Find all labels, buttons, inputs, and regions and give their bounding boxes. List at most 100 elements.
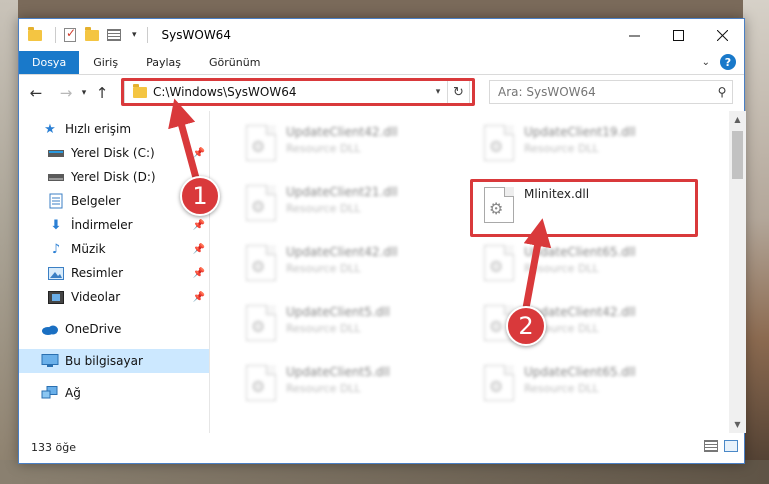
step-marker-2: 2 bbox=[506, 306, 546, 346]
videos-icon bbox=[47, 289, 65, 305]
ribbon-tabs: Dosya Giriş Paylaş Görünüm ⌄ ? bbox=[19, 51, 744, 75]
properties-check-icon[interactable] bbox=[62, 26, 78, 43]
sidebar-item-onedrive[interactable]: OneDrive bbox=[19, 317, 209, 341]
file-tile[interactable]: ⚙ UpdateClient5.dll Resource DLL bbox=[238, 357, 458, 411]
file-tile[interactable]: ⚙ UpdateClient42.dll Resource DLL bbox=[238, 117, 458, 171]
dll-file-icon: ⚙ bbox=[246, 125, 276, 161]
minimize-button[interactable] bbox=[612, 19, 656, 51]
sidebar-item-music[interactable]: ♪ Müzik 📌 bbox=[19, 237, 209, 261]
file-name: UpdateClient65.dll bbox=[524, 245, 636, 259]
drive-icon bbox=[47, 169, 65, 185]
sidebar-item-label: Ağ bbox=[65, 386, 81, 400]
sidebar-item-label: Hızlı erişim bbox=[65, 122, 132, 136]
minimize-icon bbox=[628, 35, 640, 36]
scroll-thumb[interactable] bbox=[732, 131, 743, 179]
scroll-up-arrow-icon[interactable]: ▲ bbox=[729, 111, 746, 128]
chevron-down-icon[interactable]: ▾ bbox=[132, 30, 137, 40]
tab-view[interactable]: Görünüm bbox=[195, 51, 274, 74]
dll-file-icon: ⚙ bbox=[246, 365, 276, 401]
sidebar-item-label: Videolar bbox=[71, 290, 121, 304]
file-tile[interactable]: ⚙ UpdateClient65.dll Resource DLL bbox=[476, 357, 696, 411]
recent-locations-chevron-icon[interactable]: ▾ bbox=[77, 88, 91, 98]
expand-ribbon-icon[interactable]: ⌄ bbox=[702, 57, 710, 68]
search-input[interactable] bbox=[498, 85, 712, 99]
close-button[interactable] bbox=[700, 19, 744, 51]
sidebar-item-label: Resimler bbox=[71, 266, 124, 280]
back-arrow-icon[interactable]: ← bbox=[25, 84, 47, 102]
file-name: UpdateClient65.dll bbox=[524, 365, 636, 379]
sidebar-item-label: OneDrive bbox=[65, 322, 122, 336]
file-type: Resource DLL bbox=[524, 382, 599, 395]
step-marker-1: 1 bbox=[180, 176, 220, 216]
pin-icon[interactable]: 📌 bbox=[193, 244, 205, 255]
dll-file-icon: ⚙ bbox=[484, 245, 514, 281]
network-icon bbox=[41, 385, 59, 401]
sidebar-item-local-disk-c[interactable]: Yerel Disk (C:) 📌 bbox=[19, 141, 209, 165]
search-icon[interactable]: ⚲ bbox=[712, 85, 732, 99]
documents-icon bbox=[47, 193, 65, 209]
close-icon bbox=[716, 29, 728, 41]
file-type: Resource DLL bbox=[286, 262, 361, 275]
forward-arrow-icon[interactable]: → bbox=[55, 84, 77, 102]
pin-icon[interactable]: 📌 bbox=[193, 268, 205, 279]
dll-file-icon: ⚙ bbox=[246, 305, 276, 341]
star-icon: ★ bbox=[44, 121, 56, 137]
navigation-pane: ★ Hızlı erişim Yerel Disk (C:) 📌 Yerel D… bbox=[19, 111, 210, 433]
sidebar-item-label: Yerel Disk (D:) bbox=[71, 170, 156, 184]
file-tile[interactable]: ⚙ UpdateClient21.dll Resource DLL bbox=[238, 177, 458, 231]
pin-icon[interactable]: 📌 bbox=[193, 148, 205, 159]
details-view-icon[interactable] bbox=[704, 440, 718, 452]
help-icon[interactable]: ? bbox=[720, 54, 736, 70]
vertical-scrollbar[interactable]: ▲ ▼ bbox=[729, 111, 746, 433]
desktop-background-right bbox=[743, 0, 769, 484]
status-bar: 133 öğe bbox=[19, 431, 746, 463]
downloads-icon: ⬇ bbox=[50, 217, 62, 233]
file-type: Resource DLL bbox=[286, 142, 361, 155]
ribbon-right-controls: ⌄ ? bbox=[702, 54, 736, 70]
pin-icon[interactable]: 📌 bbox=[193, 292, 205, 303]
pin-icon[interactable]: 📌 bbox=[193, 220, 205, 231]
sidebar-item-this-pc[interactable]: Bu bilgisayar bbox=[19, 349, 209, 373]
file-name: UpdateClient5.dll bbox=[286, 365, 390, 379]
file-type: Resource DLL bbox=[286, 202, 361, 215]
file-tile[interactable]: ⚙ UpdateClient42.dll Resource DLL bbox=[238, 237, 458, 291]
tab-file[interactable]: Dosya bbox=[19, 51, 80, 74]
new-folder-icon[interactable] bbox=[84, 26, 100, 43]
sidebar-item-local-disk-d[interactable]: Yerel Disk (D:) bbox=[19, 165, 209, 189]
file-tile[interactable]: ⚙ UpdateClient19.dll Resource DLL bbox=[476, 117, 696, 171]
title-bar: ▾ SysWOW64 bbox=[19, 19, 744, 51]
sidebar-item-quick-access[interactable]: ★ Hızlı erişim bbox=[19, 117, 209, 141]
sidebar-item-label: Bu bilgisayar bbox=[65, 354, 143, 368]
file-name: UpdateClient21.dll bbox=[286, 185, 398, 199]
sidebar-item-network[interactable]: Ağ bbox=[19, 381, 209, 405]
address-highlight-box bbox=[121, 78, 475, 106]
sidebar-item-videos[interactable]: Videolar 📌 bbox=[19, 285, 209, 309]
maximize-button[interactable] bbox=[656, 19, 700, 51]
view-toggle bbox=[704, 440, 738, 452]
file-name: UpdateClient5.dll bbox=[286, 305, 390, 319]
quick-access-customize-icon[interactable] bbox=[106, 27, 122, 43]
navigation-bar: ← → ▾ ↑ C:\Windows\SysWOW64 ▾ ↻ ⚲ bbox=[19, 75, 744, 111]
up-arrow-icon[interactable]: ↑ bbox=[91, 84, 113, 102]
cloud-icon bbox=[41, 321, 59, 337]
tab-home[interactable]: Giriş bbox=[79, 51, 132, 74]
sidebar-item-label: İndirmeler bbox=[71, 218, 133, 232]
file-explorer-window: ▾ SysWOW64 Dosya Giriş Paylaş Görünüm ⌄ … bbox=[18, 18, 746, 464]
computer-icon bbox=[41, 353, 59, 369]
dll-file-icon: ⚙ bbox=[484, 125, 514, 161]
drive-icon bbox=[47, 145, 65, 161]
sidebar-item-pictures[interactable]: Resimler 📌 bbox=[19, 261, 209, 285]
tab-share[interactable]: Paylaş bbox=[132, 51, 195, 74]
tiles-view-icon[interactable] bbox=[724, 440, 738, 452]
folder-icon bbox=[27, 26, 43, 43]
file-tile[interactable]: ⚙ UpdateClient65.dll Resource DLL bbox=[476, 237, 696, 291]
sidebar-item-label: Müzik bbox=[71, 242, 106, 256]
file-tile[interactable]: ⚙ UpdateClient5.dll Resource DLL bbox=[238, 297, 458, 351]
sidebar-item-downloads[interactable]: ⬇ İndirmeler 📌 bbox=[19, 213, 209, 237]
title-separator bbox=[146, 27, 148, 43]
main-content: ★ Hızlı erişim Yerel Disk (C:) 📌 Yerel D… bbox=[19, 111, 746, 433]
search-box[interactable]: ⚲ bbox=[489, 80, 733, 104]
toolbar-separator bbox=[55, 27, 56, 43]
file-name: UpdateClient19.dll bbox=[524, 125, 636, 139]
item-count: 133 öğe bbox=[31, 440, 76, 454]
